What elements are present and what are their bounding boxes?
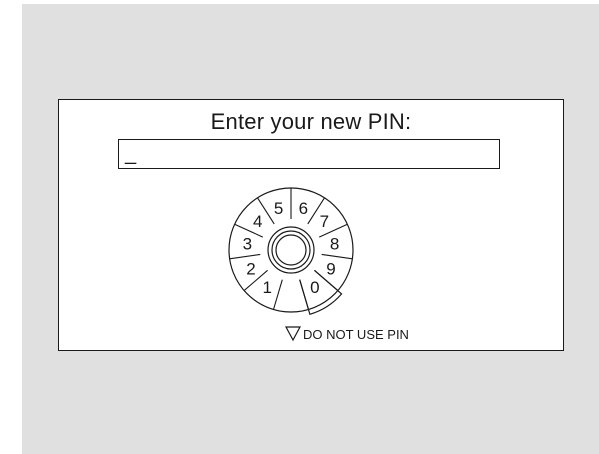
dial-digit-3[interactable]: 3 (243, 235, 252, 254)
dial-center-knob[interactable] (275, 234, 307, 266)
dial-divider (272, 279, 283, 310)
dial-center-ring-middle (271, 230, 311, 270)
triangle-down-icon (284, 326, 302, 342)
do-not-use-pin-label[interactable]: DO NOT USE PIN (303, 327, 409, 342)
pin-dial[interactable]: 12 345 678 90 DO NOT USE PIN (59, 100, 565, 352)
dial-divider (321, 253, 353, 260)
dial-digit-0[interactable]: 0 (310, 278, 319, 297)
dial-digit-8[interactable]: 8 (330, 235, 339, 254)
dial-digit-4[interactable]: 4 (253, 212, 262, 231)
dial-digit-7[interactable]: 7 (320, 212, 329, 231)
dial-digit-6[interactable]: 6 (299, 199, 308, 218)
dial-digit-5[interactable]: 5 (274, 199, 283, 218)
dial-digit-2[interactable]: 2 (246, 259, 255, 278)
dial-digit-1[interactable]: 1 (262, 278, 271, 297)
pin-dialog: Enter your new PIN: _ 1234567890 DO NOT … (58, 99, 564, 351)
dial-divider (229, 253, 261, 260)
dial-digit-9[interactable]: 9 (326, 259, 335, 278)
dial-center-ring-outer (267, 226, 315, 274)
